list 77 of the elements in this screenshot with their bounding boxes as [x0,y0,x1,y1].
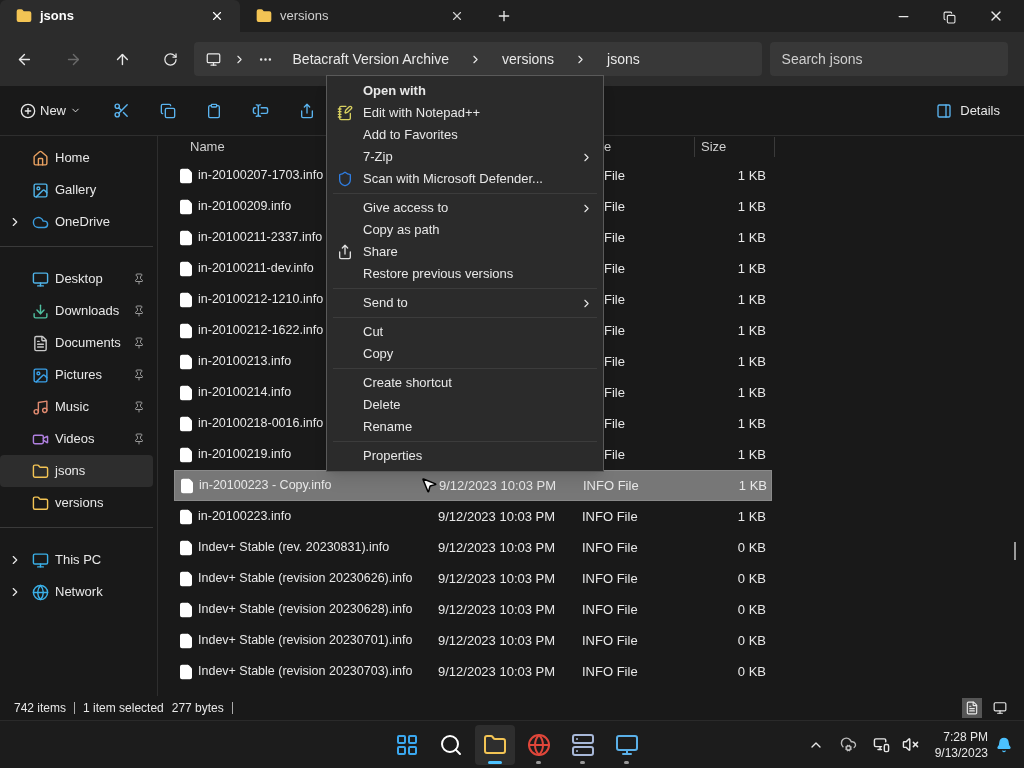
file-name: in-20100214.info [198,384,292,402]
sidebar-label: Documents [55,334,122,353]
file-name: in-20100212-1210.info [198,291,324,309]
file-name: Indev+ Stable (revision 20230701).info [198,632,413,650]
size-cell-text: 1 KB [736,166,766,185]
size-cell-text: 1 KB [736,290,766,309]
file-name: in-20100213.info [198,353,292,371]
sidebar-label: Pictures [55,366,103,385]
type-cell-text: File [604,445,626,464]
type-cell-text: File [604,197,626,216]
type-cell-text: File [604,259,626,278]
date-cell-text: 9/12/2023 10:03 PM [438,600,557,619]
type-cell-text: INFO File [582,569,639,588]
type-cell-text: File [604,321,626,340]
file-name: in-20100211-2337.info [198,229,323,247]
file-name: Indev+ Stable (rev. 20230831).info [198,539,390,557]
file-name: in-20100207-1703.info [198,167,324,185]
date-cell-text: 9/12/2023 10:03 PM [438,507,557,526]
selection-info: 1 item selected [83,700,164,717]
sidebar-label: Home [55,149,91,168]
sidebar-label: Downloads [55,302,121,321]
sidebar-label: Music [55,398,90,417]
size-cell-text: 1 KB [736,414,766,433]
file-name: in-20100223 - Copy.info [199,477,332,495]
selection-size: 277 bytes [171,700,224,717]
sidebar-label: versions [55,494,105,513]
type-cell-text: INFO File [583,476,640,495]
search-input: Search jsons [781,48,996,70]
size-cell-text: 1 KB [737,476,767,495]
type-cell-text: INFO File [582,507,639,526]
file-name: Indev+ Stable (revision 20230626).info [198,570,413,588]
file-name: in-20100223.info [198,508,292,526]
file-name: Indev+ Stable (revision 20230703).info [198,663,413,681]
tab-label: versions [280,7,330,26]
size-cell-text: 1 KB [736,197,766,216]
size-cell-text: 1 KB [736,507,766,526]
size-cell-text: 1 KB [736,352,766,371]
file-name: in-20100209.info [198,198,292,216]
item-count: 742 items [14,700,67,717]
type-cell-text: File [604,290,626,309]
sidebar-label: Network [55,583,104,602]
date-cell-text: 9/12/2023 10:03 PM [439,476,558,495]
file-name: in-20100218-0016.info [198,415,324,433]
file-name: in-20100219.info [198,446,292,464]
type-cell-text: File [604,414,626,433]
size-cell-text: 0 KB [736,538,766,557]
tab-label: jsons [40,7,75,26]
sidebar-label: This PC [55,551,103,570]
file-name: in-20100211-dev.info [198,260,314,278]
size-cell-text: 0 KB [736,631,766,650]
type-cell-text: File [604,352,626,371]
sidebar-label: Videos [55,430,96,449]
type-cell-text: INFO File [582,662,639,681]
date-cell-text: 9/12/2023 10:03 PM [438,631,557,650]
file-name: in-20100212-1622.info [198,322,324,340]
size-cell-text: 0 KB [736,569,766,588]
type-cell-text: File [604,383,626,402]
type-cell-text: INFO File [582,538,639,557]
type-cell-text: INFO File [582,600,639,619]
size-cell-text: 1 KB [736,321,766,340]
file-name: Indev+ Stable (revision 20230628).info [198,601,413,619]
size-cell-text: 0 KB [736,600,766,619]
sidebar-label: Desktop [55,270,104,289]
size-cell-text: 1 KB [736,228,766,247]
size-cell-text: 1 KB [736,445,766,464]
sidebar-label: OneDrive [55,213,111,232]
size-cell-text: 0 KB [736,662,766,681]
type-cell-text: INFO File [582,631,639,650]
date-cell-text: 9/12/2023 10:03 PM [438,538,557,557]
size-cell-text: 1 KB [736,383,766,402]
date-cell-text: 9/12/2023 10:03 PM [438,569,557,588]
type-cell-text: File [604,166,626,185]
sidebar-label: jsons [55,462,87,481]
size-cell-text: 1 KB [736,259,766,278]
sidebar-label: Gallery [55,181,98,200]
date-cell-text: 9/12/2023 10:03 PM [438,662,557,681]
type-cell-text: File [604,228,626,247]
